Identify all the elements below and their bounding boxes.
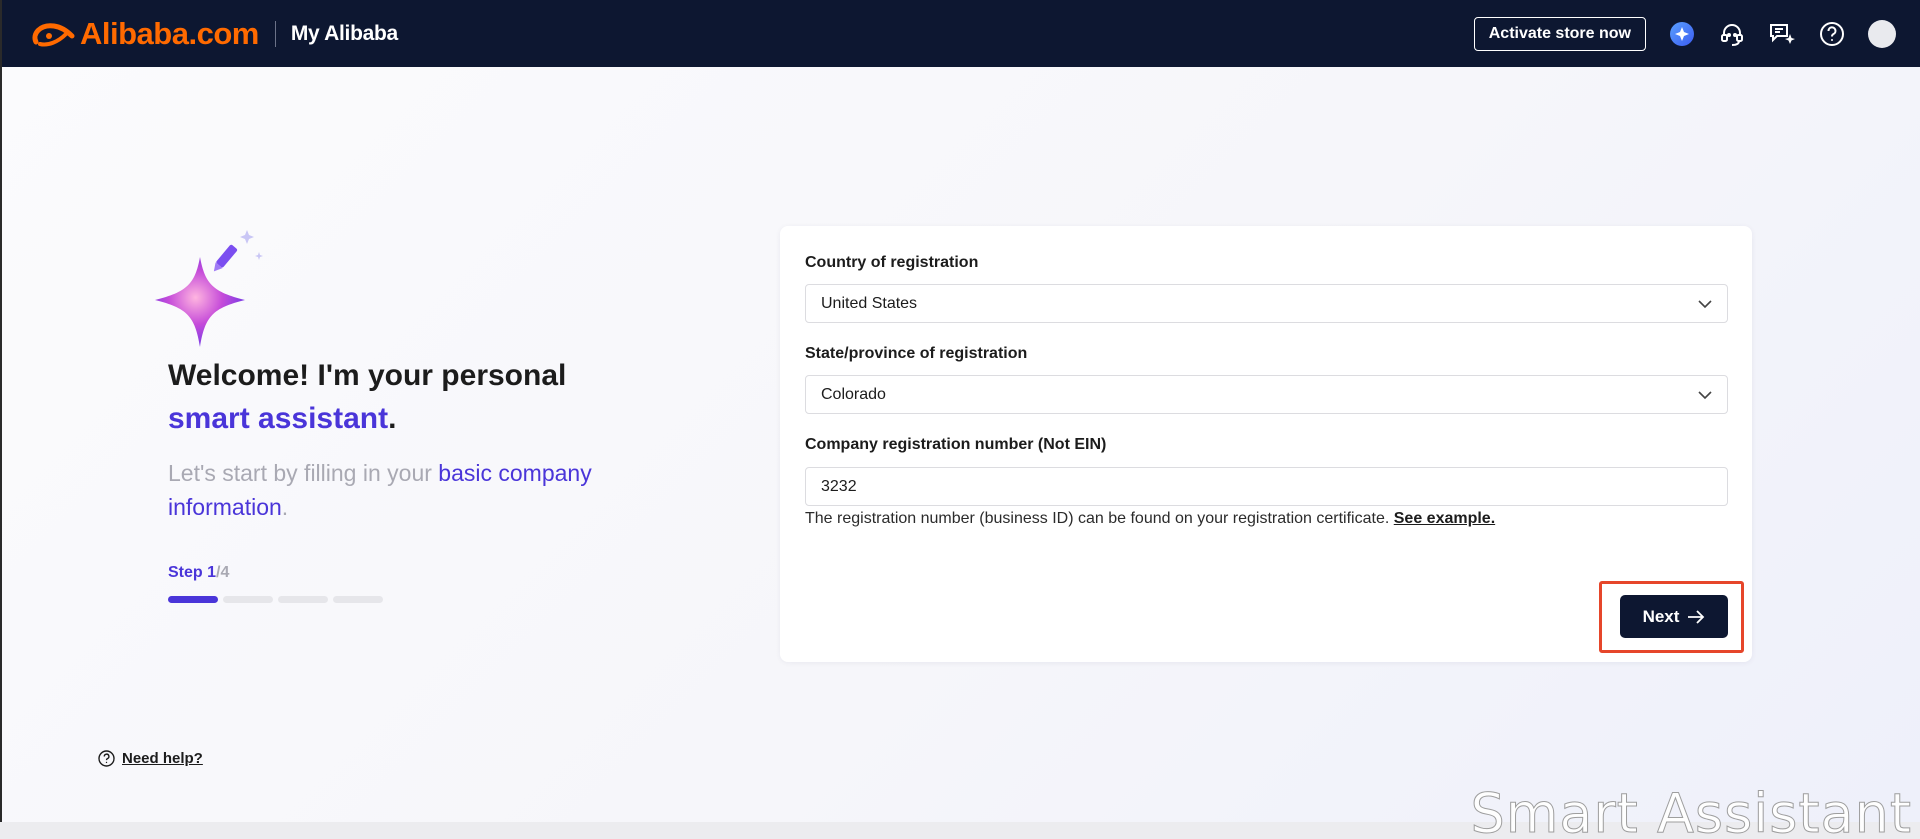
alibaba-logo[interactable]: Alibaba.com (30, 16, 259, 52)
need-help-link[interactable]: Need help? (98, 750, 203, 767)
step-progress (168, 596, 383, 603)
intro-text: Let's start by filling in your basic com… (168, 456, 688, 524)
intro-prefix: Let's start by filling in your (168, 460, 432, 486)
smart-assistant-sparkle-icon (155, 230, 263, 347)
step-bar-3 (278, 596, 328, 603)
state-select[interactable]: Colorado (805, 375, 1728, 414)
step-bar-2 (223, 596, 273, 603)
country-value: United States (821, 294, 918, 312)
message-sparkle-icon[interactable] (1768, 20, 1796, 48)
ai-assistant-icon[interactable] (1668, 20, 1696, 48)
country-label: Country of registration (805, 254, 979, 271)
regnum-label: Company registration number (Not EIN) (805, 436, 1107, 453)
need-help-label: Need help? (122, 750, 203, 767)
section-title[interactable]: My Alibaba (291, 22, 398, 46)
welcome-suffix: . (388, 402, 397, 435)
state-label: State/province of registration (805, 345, 1028, 362)
next-button[interactable]: Next (1620, 595, 1728, 638)
header-divider (274, 20, 276, 47)
step-bar-4 (333, 596, 383, 603)
company-info-form: Country of registration United States St… (780, 226, 1752, 662)
help-icon[interactable] (1818, 20, 1846, 48)
brand-name: Alibaba.com (80, 15, 259, 51)
welcome-heading: Welcome! I'm your personal smart assista… (168, 354, 688, 440)
header-actions: Activate store now (1473, 0, 1920, 67)
chevron-down-icon (1698, 300, 1712, 309)
intro-suffix: . (281, 494, 289, 520)
watermark-text: Smart Assistant (1470, 782, 1912, 839)
step-current: 1 (207, 564, 217, 581)
top-bar: Alibaba.com My Alibaba Activate store no… (0, 0, 1920, 67)
country-select[interactable]: United States (805, 284, 1728, 323)
next-label: Next (1642, 606, 1680, 626)
welcome-accent: smart assistant (168, 402, 389, 435)
hint-text: The registration number (business ID) ca… (805, 510, 1390, 527)
alibaba-logo-icon (32, 22, 75, 46)
activate-store-button[interactable]: Activate store now (1473, 16, 1646, 51)
see-example-link[interactable]: See example. (1394, 510, 1495, 527)
step-total: /4 (216, 564, 230, 581)
headset-icon[interactable] (1718, 20, 1746, 48)
regnum-input[interactable] (805, 467, 1728, 506)
state-value: Colorado (821, 385, 886, 403)
step-bar-1 (168, 596, 218, 603)
regnum-hint: The registration number (business ID) ca… (805, 510, 1495, 528)
avatar[interactable] (1868, 19, 1896, 48)
step-indicator: Step 1/4 (168, 564, 229, 582)
chevron-down-icon (1698, 391, 1712, 400)
step-word: Step (168, 564, 203, 581)
arrow-right-icon (1688, 609, 1705, 624)
question-circle-icon (98, 750, 115, 767)
welcome-prefix: Welcome! I'm your personal (168, 359, 567, 392)
